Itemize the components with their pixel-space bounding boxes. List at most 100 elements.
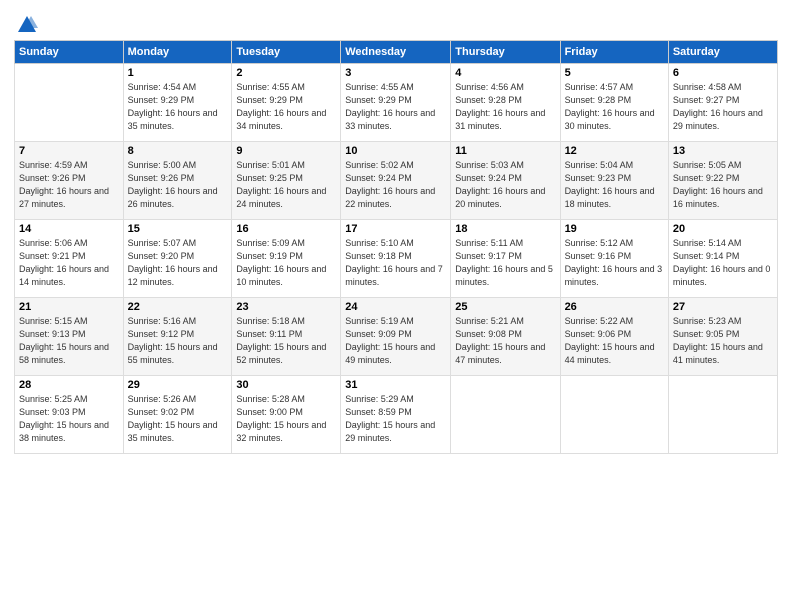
day-number: 9 — [236, 145, 336, 157]
day-info: Sunrise: 4:57 AMSunset: 9:28 PMDaylight:… — [565, 82, 655, 131]
calendar-cell: 2 Sunrise: 4:55 AMSunset: 9:29 PMDaylight… — [232, 64, 341, 142]
day-info: Sunrise: 4:54 AMSunset: 9:29 PMDaylight:… — [128, 82, 218, 131]
day-number: 19 — [565, 223, 664, 235]
day-info: Sunrise: 4:55 AMSunset: 9:29 PMDaylight:… — [345, 82, 435, 131]
day-number: 27 — [673, 301, 773, 313]
calendar-cell: 8 Sunrise: 5:00 AMSunset: 9:26 PMDaylight… — [123, 142, 232, 220]
day-info: Sunrise: 5:28 AMSunset: 9:00 PMDaylight:… — [236, 394, 326, 443]
week-row-3: 14 Sunrise: 5:06 AMSunset: 9:21 PMDayligh… — [15, 220, 778, 298]
calendar-cell: 13 Sunrise: 5:05 AMSunset: 9:22 PMDayligh… — [668, 142, 777, 220]
calendar-cell: 12 Sunrise: 5:04 AMSunset: 9:23 PMDayligh… — [560, 142, 668, 220]
day-info: Sunrise: 5:03 AMSunset: 9:24 PMDaylight:… — [455, 160, 545, 209]
calendar-cell: 19 Sunrise: 5:12 AMSunset: 9:16 PMDayligh… — [560, 220, 668, 298]
day-number: 10 — [345, 145, 446, 157]
day-info: Sunrise: 4:59 AMSunset: 9:26 PMDaylight:… — [19, 160, 109, 209]
week-row-4: 21Sunrise: 5:15 AMSunset: 9:13 PMDayligh… — [15, 298, 778, 376]
day-number: 21 — [19, 301, 119, 313]
day-number: 30 — [236, 379, 336, 391]
day-number: 22 — [128, 301, 228, 313]
day-info: Sunrise: 5:29 AMSunset: 8:59 PMDaylight:… — [345, 394, 435, 443]
day-number: 17 — [345, 223, 446, 235]
calendar-cell — [15, 64, 124, 142]
week-row-1: 1 Sunrise: 4:54 AMSunset: 9:29 PMDaylight… — [15, 64, 778, 142]
header-day-tuesday: Tuesday — [232, 41, 341, 64]
day-number: 13 — [673, 145, 773, 157]
day-info: Sunrise: 5:06 AMSunset: 9:21 PMDaylight:… — [19, 238, 109, 287]
day-number: 16 — [236, 223, 336, 235]
calendar-cell: 21Sunrise: 5:15 AMSunset: 9:13 PMDayligh… — [15, 298, 124, 376]
header-day-monday: Monday — [123, 41, 232, 64]
day-number: 12 — [565, 145, 664, 157]
calendar-table: SundayMondayTuesdayWednesdayThursdayFrid… — [14, 40, 778, 454]
calendar-cell: 26 Sunrise: 5:22 AMSunset: 9:06 PMDayligh… — [560, 298, 668, 376]
day-number: 15 — [128, 223, 228, 235]
day-number: 4 — [455, 67, 555, 79]
day-info: Sunrise: 4:55 AMSunset: 9:29 PMDaylight:… — [236, 82, 326, 131]
day-info: Sunrise: 5:05 AMSunset: 9:22 PMDaylight:… — [673, 160, 763, 209]
day-number: 2 — [236, 67, 336, 79]
calendar-cell: 28 Sunrise: 5:25 AMSunset: 9:03 PMDayligh… — [15, 376, 124, 454]
header-day-saturday: Saturday — [668, 41, 777, 64]
calendar-cell — [560, 376, 668, 454]
calendar-cell: 22 Sunrise: 5:16 AMSunset: 9:12 PMDayligh… — [123, 298, 232, 376]
calendar-cell: 9Sunrise: 5:01 AMSunset: 9:25 PMDaylight… — [232, 142, 341, 220]
day-info: Sunrise: 5:09 AMSunset: 9:19 PMDaylight:… — [236, 238, 326, 287]
day-info: Sunrise: 5:25 AMSunset: 9:03 PMDaylight:… — [19, 394, 109, 443]
day-number: 26 — [565, 301, 664, 313]
day-number: 5 — [565, 67, 664, 79]
logo-icon — [16, 14, 38, 36]
day-info: Sunrise: 5:19 AMSunset: 9:09 PMDaylight:… — [345, 316, 435, 365]
day-number: 7 — [19, 145, 119, 157]
week-row-2: 7 Sunrise: 4:59 AMSunset: 9:26 PMDaylight… — [15, 142, 778, 220]
calendar-cell: 6Sunrise: 4:58 AMSunset: 9:27 PMDaylight… — [668, 64, 777, 142]
day-number: 25 — [455, 301, 555, 313]
day-info: Sunrise: 5:16 AMSunset: 9:12 PMDaylight:… — [128, 316, 218, 365]
calendar-cell: 27 Sunrise: 5:23 AMSunset: 9:05 PMDayligh… — [668, 298, 777, 376]
header-day-friday: Friday — [560, 41, 668, 64]
calendar-cell — [451, 376, 560, 454]
day-info: Sunrise: 5:26 AMSunset: 9:02 PMDaylight:… — [128, 394, 218, 443]
day-number: 14 — [19, 223, 119, 235]
day-number: 8 — [128, 145, 228, 157]
day-info: Sunrise: 5:11 AMSunset: 9:17 PMDaylight:… — [455, 238, 553, 287]
day-number: 28 — [19, 379, 119, 391]
calendar-cell: 4 Sunrise: 4:56 AMSunset: 9:28 PMDaylight… — [451, 64, 560, 142]
header-day-wednesday: Wednesday — [341, 41, 451, 64]
day-number: 20 — [673, 223, 773, 235]
day-number: 24 — [345, 301, 446, 313]
calendar-cell: 30 Sunrise: 5:28 AMSunset: 9:00 PMDayligh… — [232, 376, 341, 454]
calendar-cell: 7 Sunrise: 4:59 AMSunset: 9:26 PMDaylight… — [15, 142, 124, 220]
calendar-cell: 18 Sunrise: 5:11 AMSunset: 9:17 PMDayligh… — [451, 220, 560, 298]
calendar-cell: 25 Sunrise: 5:21 AMSunset: 9:08 PMDayligh… — [451, 298, 560, 376]
header-day-sunday: Sunday — [15, 41, 124, 64]
day-info: Sunrise: 4:56 AMSunset: 9:28 PMDaylight:… — [455, 82, 545, 131]
header-area — [14, 10, 778, 36]
calendar-cell — [668, 376, 777, 454]
day-info: Sunrise: 5:23 AMSunset: 9:05 PMDaylight:… — [673, 316, 763, 365]
header-row: SundayMondayTuesdayWednesdayThursdayFrid… — [15, 41, 778, 64]
week-row-5: 28 Sunrise: 5:25 AMSunset: 9:03 PMDayligh… — [15, 376, 778, 454]
day-number: 23 — [236, 301, 336, 313]
day-number: 31 — [345, 379, 446, 391]
day-number: 29 — [128, 379, 228, 391]
day-number: 1 — [128, 67, 228, 79]
day-number: 6 — [673, 67, 773, 79]
day-info: Sunrise: 5:00 AMSunset: 9:26 PMDaylight:… — [128, 160, 218, 209]
calendar-cell: 15 Sunrise: 5:07 AMSunset: 9:20 PMDayligh… — [123, 220, 232, 298]
day-info: Sunrise: 5:10 AMSunset: 9:18 PMDaylight:… — [345, 238, 443, 287]
calendar-cell: 11Sunrise: 5:03 AMSunset: 9:24 PMDayligh… — [451, 142, 560, 220]
day-number: 18 — [455, 223, 555, 235]
calendar-cell: 16 Sunrise: 5:09 AMSunset: 9:19 PMDayligh… — [232, 220, 341, 298]
day-info: Sunrise: 5:21 AMSunset: 9:08 PMDaylight:… — [455, 316, 545, 365]
day-info: Sunrise: 5:22 AMSunset: 9:06 PMDaylight:… — [565, 316, 655, 365]
day-info: Sunrise: 5:04 AMSunset: 9:23 PMDaylight:… — [565, 160, 655, 209]
day-info: Sunrise: 5:14 AMSunset: 9:14 PMDaylight:… — [673, 238, 771, 287]
day-info: Sunrise: 5:18 AMSunset: 9:11 PMDaylight:… — [236, 316, 326, 365]
day-number: 3 — [345, 67, 446, 79]
day-info: Sunrise: 5:12 AMSunset: 9:16 PMDaylight:… — [565, 238, 663, 287]
calendar-cell: 14 Sunrise: 5:06 AMSunset: 9:21 PMDayligh… — [15, 220, 124, 298]
calendar-cell: 31 Sunrise: 5:29 AMSunset: 8:59 PMDayligh… — [341, 376, 451, 454]
calendar-cell: 10Sunrise: 5:02 AMSunset: 9:24 PMDayligh… — [341, 142, 451, 220]
calendar-cell: 5 Sunrise: 4:57 AMSunset: 9:28 PMDaylight… — [560, 64, 668, 142]
day-info: Sunrise: 5:07 AMSunset: 9:20 PMDaylight:… — [128, 238, 218, 287]
